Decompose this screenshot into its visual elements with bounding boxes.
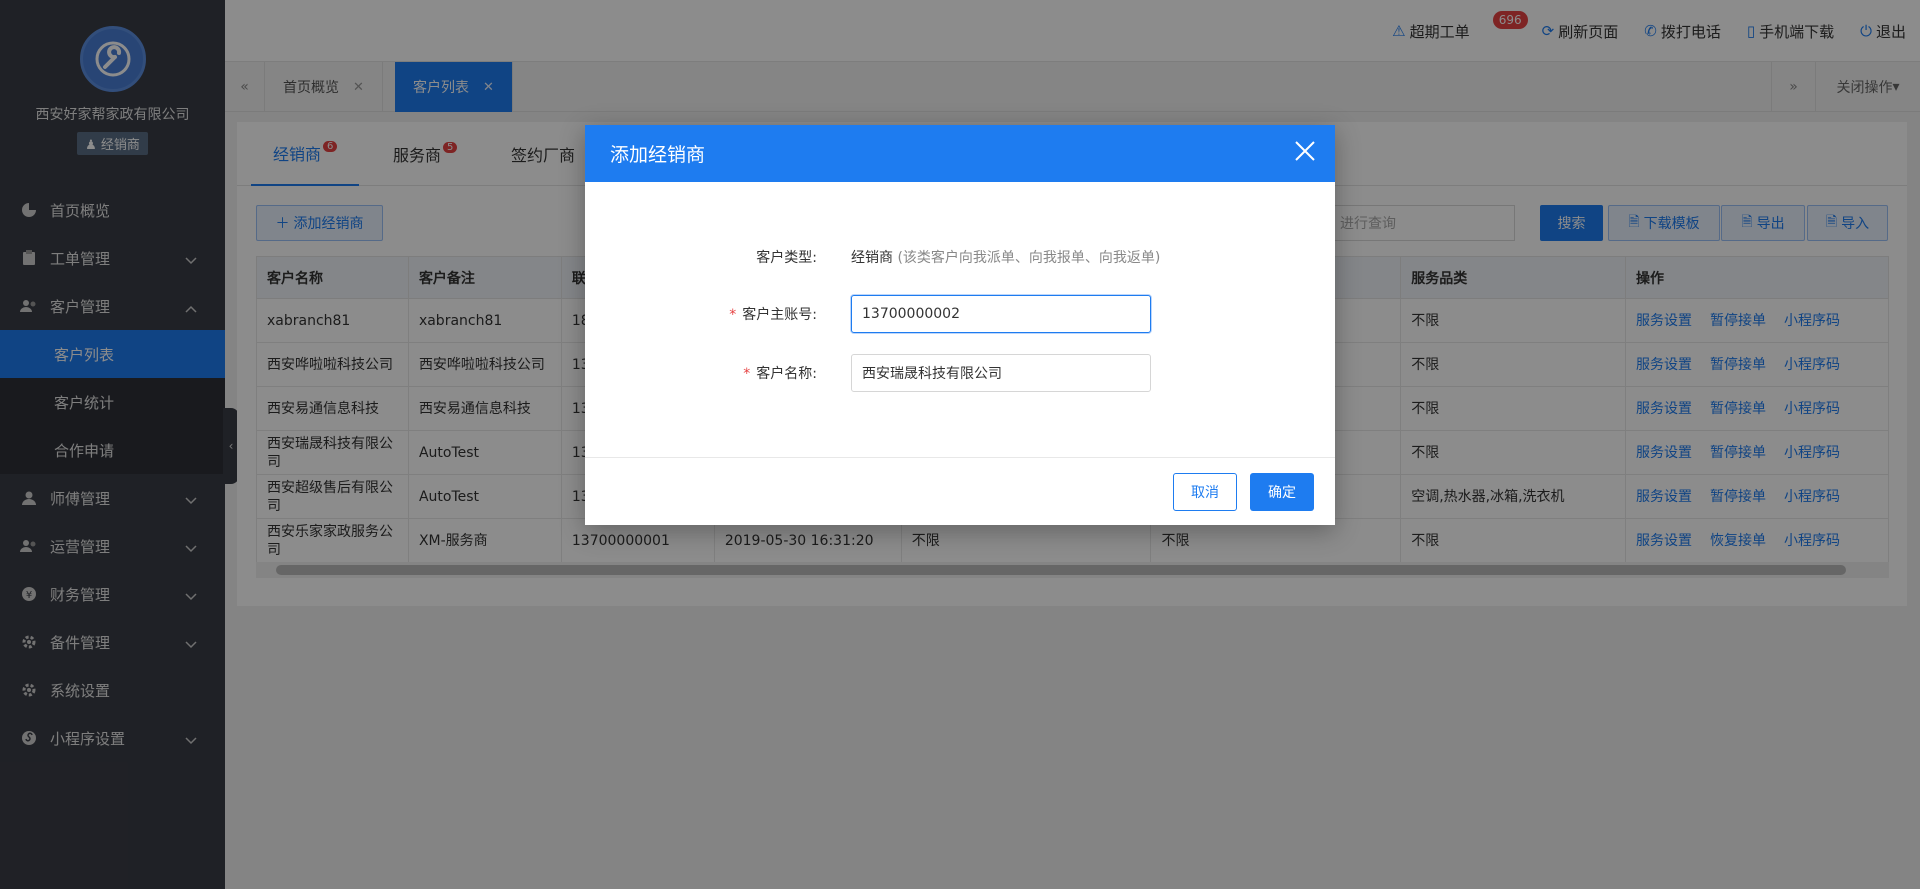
dialog-title: 添加经销商 xyxy=(610,144,706,166)
add-dealer-dialog: 添加经销商 客户类型: 经销商 (该类客户向我派单、向我报单、向我返单) * 客户… xyxy=(585,125,1335,525)
customer-type-text: 经销商 xyxy=(851,250,893,266)
customer-name-row: * 客户名称: xyxy=(585,354,1335,392)
dialog-footer: 取消 确定 xyxy=(585,457,1335,525)
customer-type-hint: (该类客户向我派单、向我报单、向我返单) xyxy=(897,250,1161,266)
account-label-text: 客户主账号: xyxy=(742,307,817,323)
account-input[interactable] xyxy=(851,295,1151,333)
customer-type-row: 客户类型: 经销商 (该类客户向我派单、向我报单、向我返单) xyxy=(585,238,1335,276)
customer-name-label: * 客户名称: xyxy=(743,366,817,382)
dialog-header: 添加经销商 xyxy=(585,125,1335,182)
customer-type-value: 经销商 (该类客户向我派单、向我报单、向我返单) xyxy=(851,247,1160,267)
customer-type-label: 客户类型: xyxy=(756,250,817,266)
account-row: * 客户主账号: xyxy=(585,295,1335,333)
close-icon[interactable] xyxy=(1291,137,1319,165)
confirm-button[interactable]: 确定 xyxy=(1250,473,1314,511)
customer-name-label-text: 客户名称: xyxy=(756,366,817,382)
cancel-button[interactable]: 取消 xyxy=(1173,473,1237,511)
account-label: * 客户主账号: xyxy=(729,307,817,323)
customer-name-input[interactable] xyxy=(851,354,1151,392)
